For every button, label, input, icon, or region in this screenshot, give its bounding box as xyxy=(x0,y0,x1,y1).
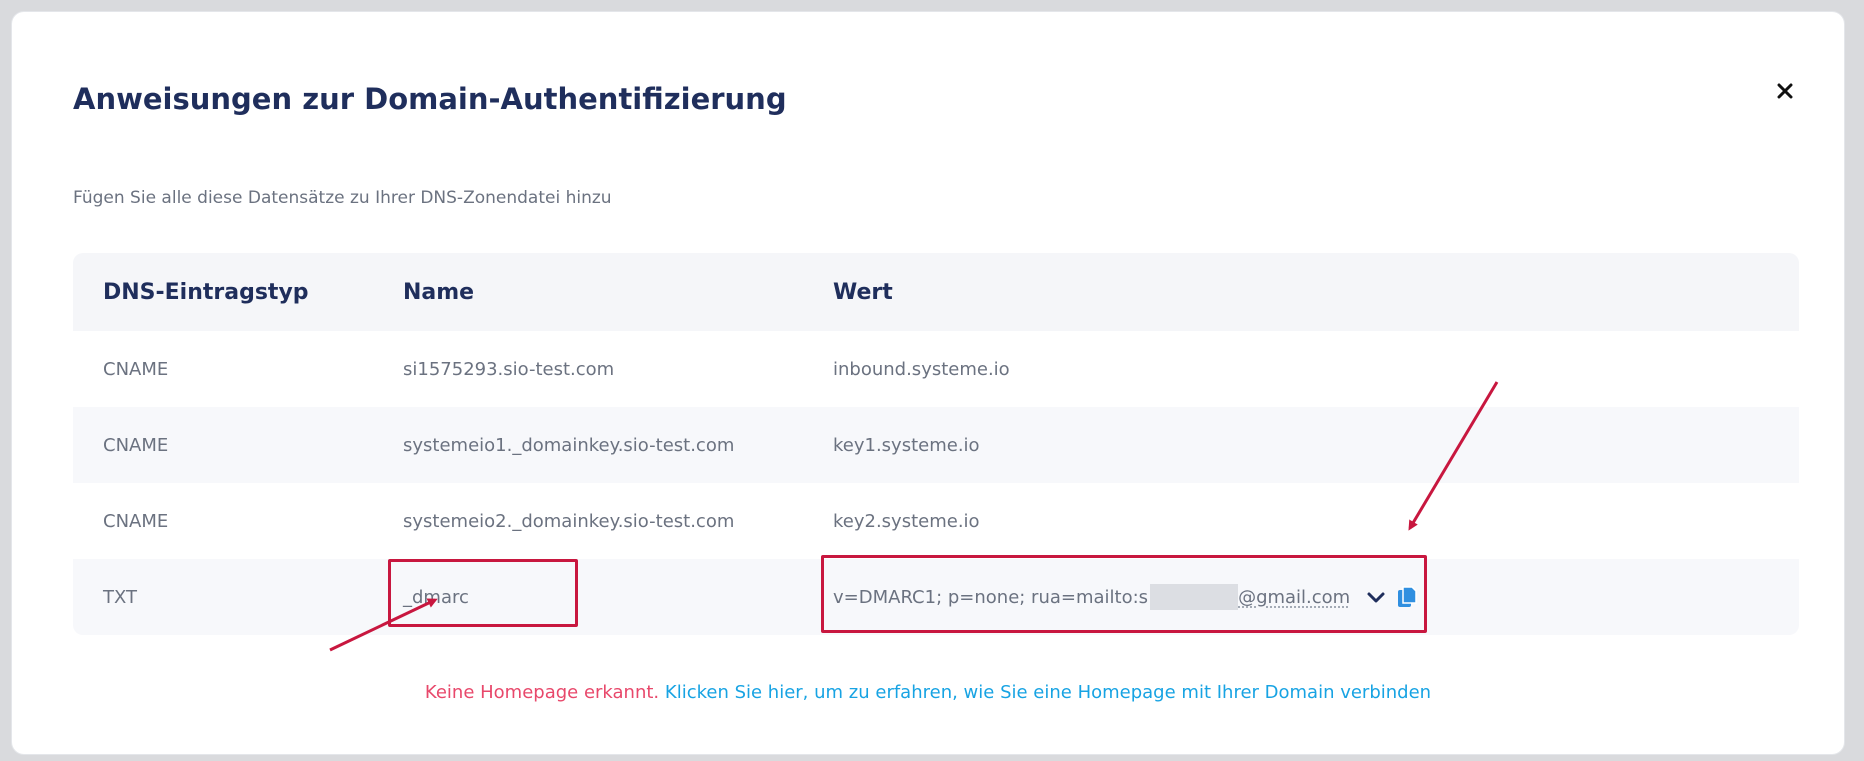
highlight-name-box xyxy=(388,559,578,627)
table-header-row: DNS-Eintragstyp Name Wert xyxy=(73,253,1799,331)
record-type: CNAME xyxy=(103,434,169,456)
dns-records-table: DNS-Eintragstyp Name Wert CNAME si157529… xyxy=(73,253,1799,635)
record-value: key2.systeme.io xyxy=(833,510,980,532)
table-row: CNAME systemeio1._domainkey.sio-test.com… xyxy=(73,407,1799,483)
record-type: CNAME xyxy=(103,358,169,380)
homepage-help-link[interactable]: Klicken Sie hier, um zu erfahren, wie Si… xyxy=(665,682,1431,703)
header-name: Name xyxy=(403,279,475,305)
table-row-dmarc: TXT _dmarc v=DMARC1; p=none; rua=mailto:… xyxy=(73,555,1799,635)
record-type: TXT xyxy=(103,586,138,608)
close-icon[interactable] xyxy=(1772,78,1798,104)
record-name: systemeio1._domainkey.sio-test.com xyxy=(403,434,735,456)
record-name: systemeio2._domainkey.sio-test.com xyxy=(403,510,735,532)
record-type: CNAME xyxy=(103,510,169,532)
modal-title: Anweisungen zur Domain-Authentifizierung xyxy=(73,82,787,116)
highlight-value-box xyxy=(821,555,1427,633)
table-row: CNAME si1575293.sio-test.com inbound.sys… xyxy=(73,331,1799,407)
record-value: key1.systeme.io xyxy=(833,434,980,456)
record-value: inbound.systeme.io xyxy=(833,358,1010,380)
record-name: si1575293.sio-test.com xyxy=(403,358,615,380)
header-value: Wert xyxy=(833,279,893,305)
table-row: CNAME systemeio2._domainkey.sio-test.com… xyxy=(73,483,1799,559)
modal-subtitle: Fügen Sie alle diese Datensätze zu Ihrer… xyxy=(73,188,612,208)
no-homepage-warning: Keine Homepage erkannt. xyxy=(424,682,660,703)
homepage-notice: Keine Homepage erkannt. Klicken Sie hier… xyxy=(12,682,1844,703)
domain-auth-modal: Anweisungen zur Domain-Authentifizierung… xyxy=(12,12,1844,754)
header-dns-type: DNS-Eintragstyp xyxy=(103,279,309,305)
